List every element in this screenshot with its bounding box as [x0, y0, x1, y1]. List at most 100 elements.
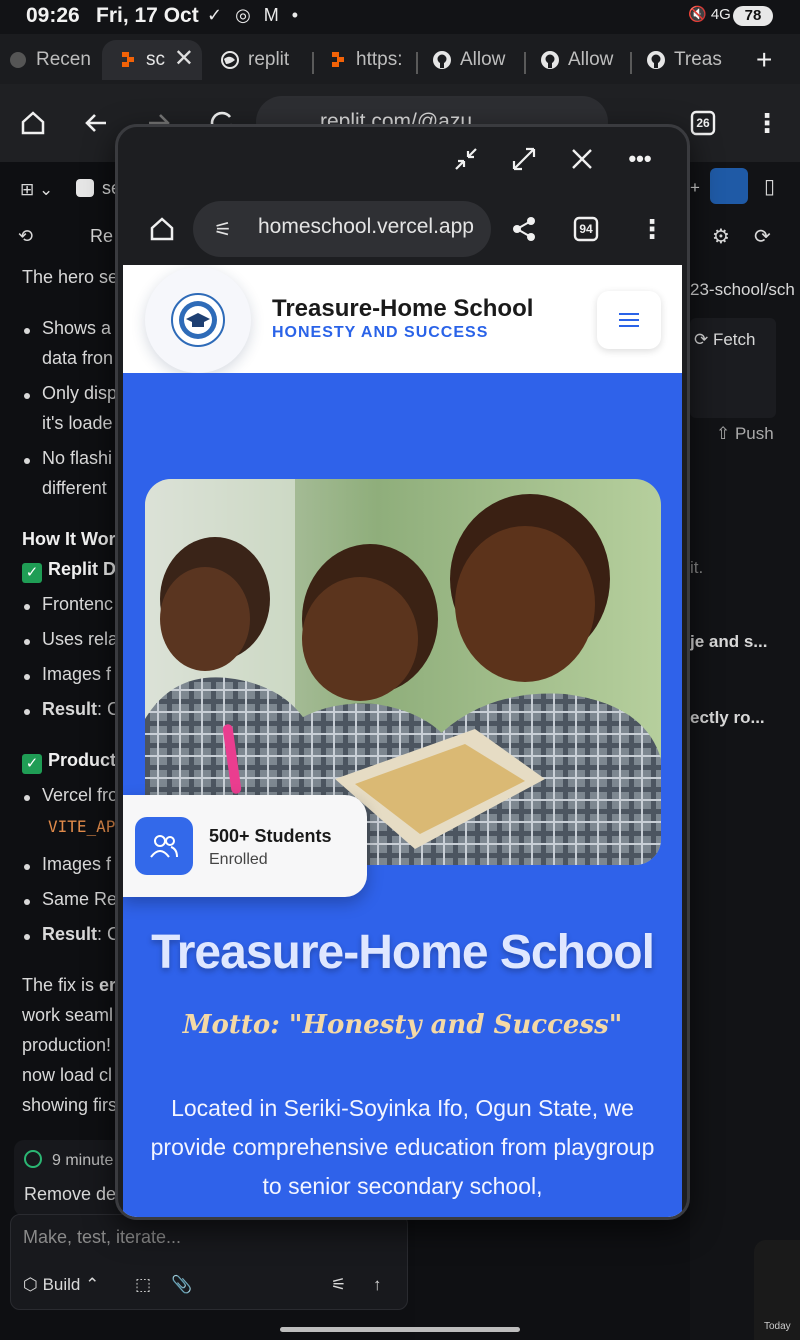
school-name: Treasure-Home School	[272, 295, 534, 322]
chat-text: Uses rela	[42, 629, 119, 649]
close-icon[interactable]	[564, 141, 600, 177]
share-icon[interactable]	[506, 211, 542, 247]
chat-text: production!	[22, 1035, 112, 1055]
tab-current[interactable]: sc ✕	[102, 40, 202, 80]
code-snippet: VITE_AP	[48, 817, 116, 836]
chat-text: work seaml	[22, 1005, 114, 1025]
tab-https[interactable]: https:	[328, 40, 408, 80]
tab-separator	[416, 52, 418, 74]
home-indicator[interactable]	[280, 1327, 520, 1332]
git-panel: + ▯ ⚙ ⟳ 23-school/sch ⟳ Fetch ⇧ Push it.…	[690, 162, 800, 1340]
tab-count-button[interactable]: 94	[568, 211, 604, 247]
tab-count: 94	[579, 222, 593, 236]
tab-label: Allow	[460, 49, 506, 70]
agent-prompt-input[interactable]: Make, test, iterate... ⬡ Build ⌃ ⬚ 📎 ⚟ ↑	[10, 1214, 408, 1310]
browser-tab-strip: Recen sc ✕ replit https: Allow Allow Tre…	[0, 34, 800, 84]
fetch-button[interactable]: ⟳ Fetch	[694, 330, 756, 350]
gear-icon[interactable]: ⚙	[712, 224, 730, 249]
section-heading: ✓ Replit D	[22, 559, 116, 583]
bullet	[24, 604, 30, 610]
history-icon[interactable]: ⟲	[18, 226, 33, 247]
students-label: Enrolled	[209, 851, 268, 868]
hero-description: Located in Seriki-Soyinka Ifo, Ogun Stat…	[150, 1095, 655, 1199]
chat-text: Same Re	[42, 889, 118, 909]
hamburger-menu-button[interactable]	[597, 291, 661, 349]
layout-icon[interactable]: ▯	[764, 174, 775, 199]
chat-text: Frontenc	[42, 594, 114, 614]
chat-text: Vercel fro	[42, 785, 119, 805]
deploy-icon[interactable]	[710, 168, 748, 204]
build-mode-button[interactable]: ⬡ Build ⌃	[23, 1275, 99, 1295]
tab-recent[interactable]: Recen	[8, 40, 94, 80]
commit-line: je and s...	[690, 632, 768, 651]
tab-separator	[630, 52, 632, 74]
chat-text: showing firs	[22, 1095, 118, 1115]
plus-icon[interactable]: +	[690, 178, 700, 198]
chat-text: The hero se	[22, 267, 119, 287]
site-settings-icon[interactable]: ⚟	[214, 217, 232, 242]
tab-count-button[interactable]: 26	[686, 106, 720, 140]
tab-github-1[interactable]: Allow	[432, 40, 516, 80]
status-date: Fri, 17 Oct	[96, 4, 199, 27]
tab-label: replit	[248, 49, 290, 70]
tab-separator	[312, 52, 314, 74]
home-icon[interactable]	[16, 106, 50, 140]
settings-sliders-icon[interactable]: ⚟	[331, 1275, 346, 1295]
repo-path: 23-school/sch	[690, 280, 795, 299]
chat-text: Images f	[42, 854, 112, 874]
site-header: Treasure-Home School HONESTY AND SUCCESS	[123, 265, 682, 373]
github-icon	[646, 50, 666, 70]
school-logo[interactable]	[145, 267, 251, 373]
chat-text: different	[42, 478, 107, 498]
send-icon[interactable]: ↑	[373, 1275, 382, 1295]
chat-text: Result: C	[42, 699, 121, 719]
bullet	[24, 795, 30, 801]
menu-dots-icon[interactable]: ⋮	[634, 211, 670, 247]
section-heading: How It Wor	[22, 529, 116, 549]
globe-icon	[220, 50, 240, 70]
status-time: 09:26	[26, 4, 80, 27]
attach-icon[interactable]: 📎	[171, 1275, 192, 1295]
rewind-label: Re	[90, 226, 114, 246]
menu-dots-icon[interactable]: ⋮	[750, 106, 784, 140]
prompt-placeholder: Make, test, iterate...	[23, 1227, 182, 1247]
section-heading: ✓ Product	[22, 750, 116, 774]
tab-count: 26	[696, 116, 710, 130]
replit-icon	[328, 50, 348, 70]
tab-label: Allow	[568, 49, 614, 70]
popup-browser-window: ••• ⚟ homeschool.vercel.app 94 ⋮ Treasur…	[115, 124, 690, 1220]
check-icon: ✓	[22, 754, 42, 774]
chat-text: No flashi	[42, 448, 113, 468]
back-icon[interactable]	[79, 106, 113, 140]
tab-github-2[interactable]: Allow	[540, 40, 624, 80]
tab-github-3[interactable]: Treas	[646, 40, 730, 80]
chat-text: The fix is er	[22, 975, 117, 995]
more-icon[interactable]: •••	[622, 141, 658, 177]
home-icon[interactable]	[144, 211, 180, 247]
refresh-icon[interactable]: ⟳	[754, 224, 771, 249]
maximize-icon[interactable]	[506, 141, 542, 177]
bullet	[24, 458, 30, 464]
bullet	[24, 934, 30, 940]
students-count: 500+ Students	[209, 826, 332, 846]
bullet	[24, 674, 30, 680]
tab-label: Recen	[36, 49, 91, 70]
github-icon	[432, 50, 452, 70]
select-icon[interactable]: ⬚	[135, 1275, 151, 1295]
tab-replit[interactable]: replit	[220, 40, 304, 80]
today-widget[interactable]: Today	[754, 1240, 800, 1340]
replit-icon	[118, 50, 138, 70]
hero-section: 500+ Students Enrolled Treasure-Home Sch…	[123, 373, 682, 1217]
bullet	[24, 639, 30, 645]
push-button[interactable]: ⇧ Push	[716, 424, 774, 444]
chat-text: data fron	[42, 348, 114, 368]
new-tab-button[interactable]: +	[756, 40, 800, 80]
users-icon	[135, 817, 193, 875]
workspace-icon[interactable]: ⊞ ⌄	[20, 180, 53, 200]
checkpoint-message: Remove de	[24, 1184, 117, 1204]
tab-label: sc	[146, 49, 165, 70]
hero-title: Treasure-Home School	[151, 926, 655, 979]
close-tab-icon[interactable]: ✕	[174, 44, 194, 73]
minimize-icon[interactable]	[448, 141, 484, 177]
checkpoint-time: 9 minute	[24, 1150, 113, 1170]
